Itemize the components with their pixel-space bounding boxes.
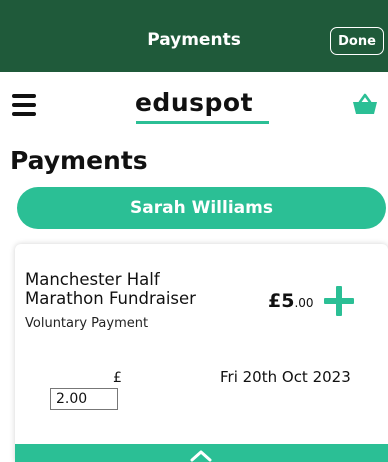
done-button[interactable]: Done <box>330 27 384 55</box>
brand-logo[interactable]: eduspot <box>0 88 388 117</box>
chevron-up-icon[interactable] <box>189 448 213 462</box>
price-pence: .00 <box>294 296 314 310</box>
student-selector[interactable]: Sarah Williams <box>17 187 386 229</box>
payment-price: £5.00 <box>268 290 314 312</box>
amount-field[interactable] <box>50 388 118 410</box>
currency-symbol: £ <box>113 370 122 386</box>
payment-date: Fri 20th Oct 2023 <box>220 368 351 386</box>
top-navigation-bar: Payments Done <box>0 0 388 72</box>
app-header: eduspot <box>0 72 388 132</box>
payment-title: Manchester Half Marathon Fundraiser <box>25 270 245 308</box>
payment-title-line1: Manchester Half <box>25 270 160 289</box>
plus-icon[interactable] <box>322 284 356 318</box>
basket-icon[interactable] <box>352 92 378 116</box>
payment-type: Voluntary Payment <box>25 316 149 331</box>
payment-title-line2: Marathon Fundraiser <box>25 289 196 308</box>
page-title: Payments <box>10 146 148 175</box>
price-pounds: £5 <box>268 290 295 312</box>
brand-underline <box>136 121 269 124</box>
